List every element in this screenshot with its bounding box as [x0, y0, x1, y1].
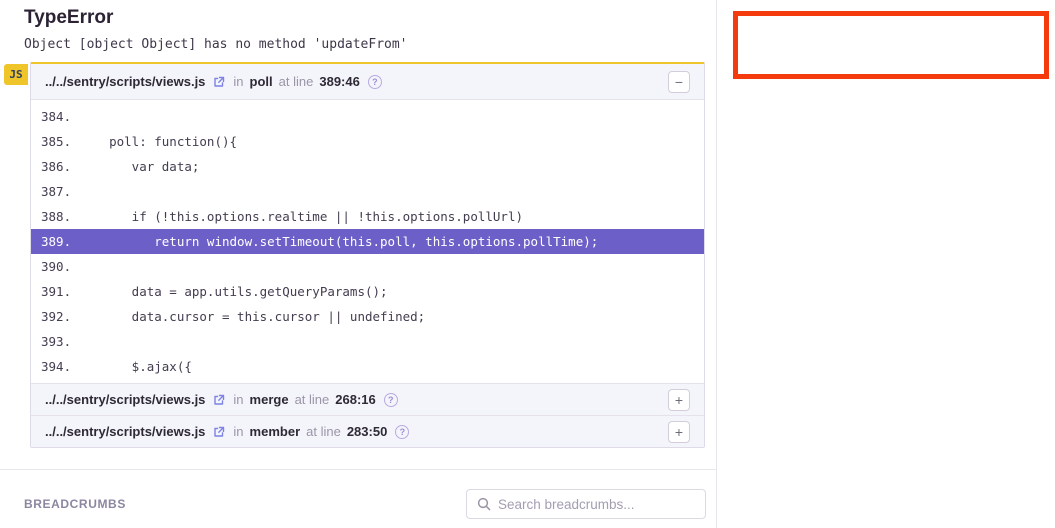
line-number: 385.	[31, 134, 79, 149]
code-line-highlighted: 389. return window.setTimeout(this.poll,…	[31, 229, 704, 254]
breadcrumbs-heading: BREADCRUMBS	[24, 497, 126, 511]
help-icon[interactable]: ?	[368, 75, 382, 89]
line-number: 388.	[31, 209, 79, 224]
frame-in-label: in	[233, 392, 243, 407]
expand-frame-button[interactable]: +	[668, 421, 690, 443]
code-line: 388. if (!this.options.realtime || !this…	[31, 204, 704, 229]
frame-filename: ../../sentry/scripts/views.js	[45, 74, 205, 89]
code-list: 384.385. poll: function(){386. var data;…	[31, 100, 704, 383]
frame-line-number: 283:50	[347, 424, 387, 439]
code-line: 386. var data;	[31, 154, 704, 179]
code-text: $.ajax({	[79, 359, 192, 374]
frame-atline-label: at line	[306, 424, 341, 439]
line-number: 393.	[31, 334, 79, 349]
frame-line-number: 268:16	[335, 392, 375, 407]
js-platform-badge: JS	[4, 64, 28, 85]
code-line: 385. poll: function(){	[31, 129, 704, 154]
issue-detail-main: TypeError Object [object Object] has no …	[0, 0, 717, 528]
issue-sidebar: Linked Issues Link Azure DevOps Issue + …	[717, 0, 1055, 528]
page-title: TypeError	[24, 7, 113, 29]
error-message: Object [object Object] has no method 'up…	[24, 37, 408, 52]
line-number: 392.	[31, 309, 79, 324]
code-text: data.cursor = this.cursor || undefined;	[79, 309, 425, 324]
code-text: return window.setTimeout(this.poll, this…	[79, 234, 598, 249]
frame-filename: ../../sentry/scripts/views.js	[45, 424, 205, 439]
collapse-frame-button[interactable]: −	[668, 71, 690, 93]
stack-frame-header[interactable]: ../../sentry/scripts/views.js in merge a…	[31, 383, 704, 415]
frame-filename: ../../sentry/scripts/views.js	[45, 392, 205, 407]
expand-frame-button[interactable]: +	[668, 389, 690, 411]
code-line: 387.	[31, 179, 704, 204]
stack-frame-header[interactable]: ../../sentry/scripts/views.js in poll at…	[31, 64, 704, 100]
help-icon[interactable]: ?	[384, 393, 398, 407]
frame-in-label: in	[233, 424, 243, 439]
line-number: 390.	[31, 259, 79, 274]
help-icon[interactable]: ?	[395, 425, 409, 439]
line-number: 387.	[31, 184, 79, 199]
breadcrumbs-search[interactable]	[466, 489, 706, 519]
stack-frame-header[interactable]: ../../sentry/scripts/views.js in member …	[31, 415, 704, 447]
code-text: poll: function(){	[79, 134, 237, 149]
code-line: 384.	[31, 104, 704, 129]
search-icon	[477, 497, 491, 511]
line-number: 384.	[31, 109, 79, 124]
code-line: 390.	[31, 254, 704, 279]
frame-line-number: 389:46	[319, 74, 359, 89]
external-link-icon[interactable]	[213, 426, 225, 438]
code-line: 394. $.ajax({	[31, 354, 704, 379]
frame-in-label: in	[233, 74, 243, 89]
frame-function: merge	[250, 392, 289, 407]
code-line: 392. data.cursor = this.cursor || undefi…	[31, 304, 704, 329]
code-line: 393.	[31, 329, 704, 354]
frame-function: poll	[250, 74, 273, 89]
code-line: 391. data = app.utils.getQueryParams();	[31, 279, 704, 304]
frame-atline-label: at line	[295, 392, 330, 407]
line-number: 391.	[31, 284, 79, 299]
code-text: data = app.utils.getQueryParams();	[79, 284, 388, 299]
search-input[interactable]	[498, 497, 695, 512]
section-divider	[0, 469, 716, 470]
frame-atline-label: at line	[279, 74, 314, 89]
stack-trace-panel: ../../sentry/scripts/views.js in poll at…	[30, 62, 705, 448]
code-text: if (!this.options.realtime || !this.opti…	[79, 209, 523, 224]
frame-function: member	[250, 424, 301, 439]
line-number: 394.	[31, 359, 79, 374]
code-text: var data;	[79, 159, 199, 174]
line-number: 386.	[31, 159, 79, 174]
line-number: 389.	[31, 234, 79, 249]
external-link-icon[interactable]	[213, 394, 225, 406]
external-link-icon[interactable]	[213, 76, 225, 88]
